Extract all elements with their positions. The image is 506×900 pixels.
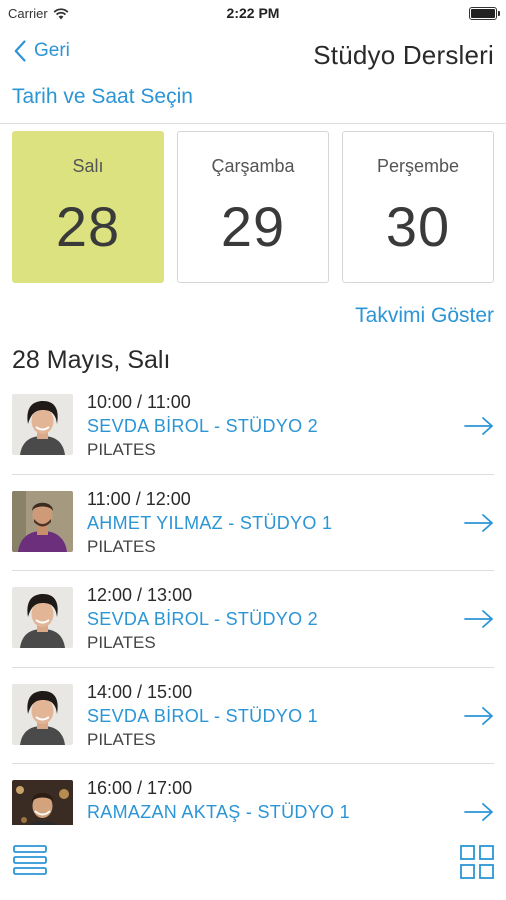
- male-instructor-avatar: [12, 780, 73, 825]
- day-card[interactable]: Çarşamba 29: [177, 131, 329, 283]
- class-list: 10:00 / 11:00 SEVDA BİROL - STÜDYO 2 PIL…: [0, 378, 506, 825]
- class-row[interactable]: 12:00 / 13:00 SEVDA BİROL - STÜDYO 2 PIL…: [0, 571, 506, 668]
- class-row[interactable]: 16:00 / 17:00 RAMAZAN AKTAŞ - STÜDYO 1: [0, 764, 506, 825]
- back-button[interactable]: Geri: [14, 40, 70, 62]
- chevron-left-icon: [14, 40, 26, 62]
- arrow-right-icon[interactable]: [464, 609, 494, 629]
- day-card[interactable]: Salı 28: [12, 131, 164, 283]
- class-instructor: SEVDA BİROL - STÜDYO 1: [87, 705, 318, 726]
- class-instructor: AHMET YILMAZ - STÜDYO 1: [87, 512, 333, 533]
- divider: [0, 123, 506, 124]
- day-card[interactable]: Perşembe 30: [342, 131, 494, 283]
- day-name: Salı: [72, 156, 104, 176]
- arrow-right-icon[interactable]: [464, 513, 494, 533]
- class-time: 14:00 / 15:00: [87, 681, 193, 702]
- day-number: 28: [55, 195, 121, 258]
- navigation-bar: Geri Stüdyo Dersleri: [0, 30, 506, 80]
- class-row[interactable]: 14:00 / 15:00 SEVDA BİROL - STÜDYO 1 PIL…: [0, 668, 506, 765]
- class-category: PILATES: [87, 440, 156, 459]
- show-calendar-link[interactable]: Takvimi Göster: [355, 304, 494, 328]
- class-time: 11:00 / 12:00: [87, 488, 191, 509]
- day-number: 29: [220, 195, 286, 258]
- status-time: 2:22 PM: [226, 5, 280, 21]
- male-instructor-avatar: [12, 490, 73, 552]
- day-name: Perşembe: [376, 156, 460, 176]
- page-title: Stüdyo Dersleri: [313, 40, 494, 70]
- grid-view-icon[interactable]: [460, 845, 494, 879]
- list-view-icon[interactable]: [13, 845, 47, 875]
- class-row[interactable]: 11:00 / 12:00 AHMET YILMAZ - STÜDYO 1 PI…: [0, 475, 506, 572]
- female-instructor-avatar: [12, 587, 73, 648]
- arrow-right-icon[interactable]: [464, 706, 494, 726]
- female-instructor-avatar: [12, 683, 73, 745]
- class-instructor: RAMAZAN AKTAŞ - STÜDYO 1: [87, 802, 350, 822]
- class-category: PILATES: [87, 729, 156, 749]
- back-label: Geri: [34, 40, 70, 61]
- day-selector: Salı 28 Çarşamba 29 Perşembe 30: [12, 131, 494, 283]
- status-bar: Carrier 2:22 PM: [0, 0, 506, 28]
- arrow-right-icon[interactable]: [464, 416, 494, 436]
- class-time: 16:00 / 17:00: [87, 778, 193, 798]
- date-heading: 28 Mayıs, Salı: [12, 346, 171, 374]
- class-instructor: SEVDA BİROL - STÜDYO 2: [87, 609, 318, 629]
- battery-icon: [469, 7, 500, 20]
- class-category: PILATES: [87, 633, 156, 652]
- class-time: 10:00 / 11:00: [87, 392, 191, 412]
- class-category: PILATES: [87, 536, 156, 556]
- female-instructor-avatar: [12, 394, 73, 455]
- day-name: Çarşamba: [211, 156, 295, 176]
- bottom-toolbar: [0, 825, 506, 900]
- section-heading: Tarih ve Saat Seçin: [12, 85, 193, 108]
- arrow-right-icon[interactable]: [464, 802, 494, 822]
- class-row[interactable]: 10:00 / 11:00 SEVDA BİROL - STÜDYO 2 PIL…: [0, 378, 506, 475]
- class-time: 12:00 / 13:00: [87, 585, 193, 605]
- day-number: 30: [385, 195, 451, 258]
- class-instructor: SEVDA BİROL - STÜDYO 2: [87, 416, 318, 436]
